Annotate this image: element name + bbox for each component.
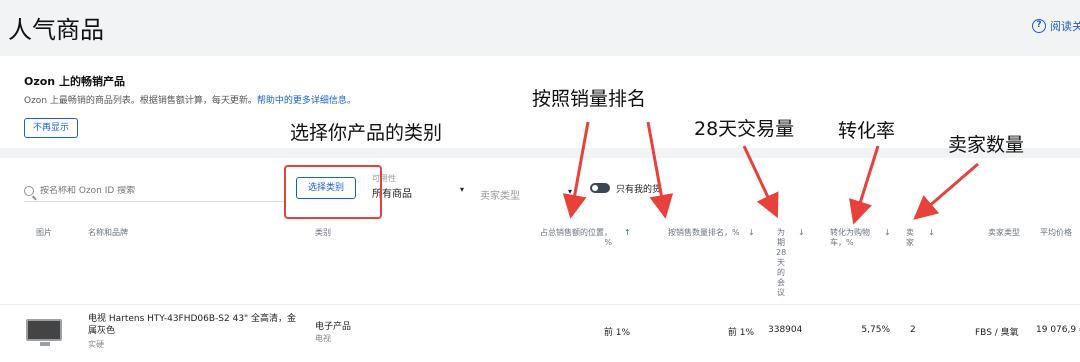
chevron-down-icon: ▾ [567,187,572,196]
help-icon: ? [1032,19,1046,33]
header-sales-rank[interactable]: 按销售数量排名，% [668,228,740,238]
table-row[interactable]: 电视 Hartens HTY-43FHD06B-S2 43" 全高清，金属灰色 … [0,304,1080,358]
annotation-sort-by-sales: 按照销量排名 [532,88,647,110]
seller-type-placeholder: 卖家类型 [480,191,520,202]
sales-rank-value: 前 1% [727,328,754,338]
only-mine-label: 只有我的货 [616,185,662,195]
banner-help-link[interactable]: 帮助中的更多详细信息 [257,96,347,106]
search-box [24,180,284,202]
header-name-brand: 名称和品牌 [88,228,128,237]
banner-desc-end: 。 [346,96,356,106]
header-conversion[interactable]: 转化为购物车，% [830,228,876,248]
banner-desc-text: Ozon 上最畅销的商品列表。根据销售额计算，每天更新。 [24,96,257,106]
availability-select[interactable]: 所有商品 ▾ [372,185,464,200]
annotation-seller-count: 卖家数量 [948,134,1025,156]
header-image: 图片 [36,228,52,237]
sort-down-icon[interactable]: ↓ [928,228,935,238]
annotation-volume-28d: 28天交易量 [694,118,795,140]
header-seller-type: 卖家类型 [988,228,1020,237]
annotation-conversion-rate: 转化率 [838,120,896,142]
annotation-select-category: 选择你产品的类别 [290,122,443,144]
search-icon [24,185,34,196]
product-brand: 实硬 [88,340,104,349]
product-name[interactable]: 电视 Hartens HTY-43FHD06B-S2 43" 全高清，金属灰色 [88,313,303,337]
header-sales-rank-label: 按销售数量排名，% [668,228,740,237]
header-volume-28d[interactable]: 为期28天的会议 [776,228,786,298]
banner-description: Ozon 上最畅销的商品列表。根据销售额计算，每天更新。帮助中的更多详细信息。 [24,93,356,106]
only-mine-toggle[interactable] [590,183,610,193]
category-highlight-box [284,165,382,219]
volume-28d-value: 338904 [768,325,803,335]
avg-price-value: 19 076,9 ₽ [1036,325,1080,335]
page-title: 人气商品 [8,16,104,44]
sort-down-icon[interactable]: ↓ [884,228,891,238]
dismiss-button[interactable]: 不再显示 [24,118,78,138]
sellers-value: 2 [910,325,916,335]
header-avg-price[interactable]: 平均价格 [1040,228,1076,238]
seller-type-value: FBS / 臭氧 [975,328,1019,338]
products-table: 图片 名称和品牌 类别 占总销售额的位置，% ↑ 按销售数量排名，% ↓ 为期2… [0,222,1080,362]
banner-title: Ozon 上的畅销产品 [24,75,125,88]
product-thumbnail [26,319,62,346]
header-category: 类别 [315,228,331,237]
sort-down-icon[interactable]: ↓ [748,228,755,238]
conversion-value: 5,75% [861,325,890,335]
product-category: 电子产品 [315,322,352,332]
header-sellers[interactable]: 卖家 [906,228,916,248]
sales-share-value: 前 1% [603,328,630,338]
filter-bar: 选择类别 可用性 所有商品 ▾ 卖家类型 ▾ 只有我的货 [0,158,1080,222]
header-sales-share[interactable]: 占总销售额的位置，% [540,228,612,248]
header-sales-share-label: 占总销售额的位置，% [540,228,612,247]
help-link[interactable]: ? 阅读关 [1032,18,1080,34]
product-subcategory: 电视 [315,334,331,343]
help-link-label: 阅读关 [1050,20,1080,33]
seller-type-select[interactable]: 卖家类型 ▾ [480,187,572,202]
sort-down-icon[interactable]: ↓ [798,228,805,238]
sort-up-icon[interactable]: ↑ [624,228,631,238]
search-input[interactable] [40,185,260,196]
chevron-down-icon: ▾ [459,185,464,194]
